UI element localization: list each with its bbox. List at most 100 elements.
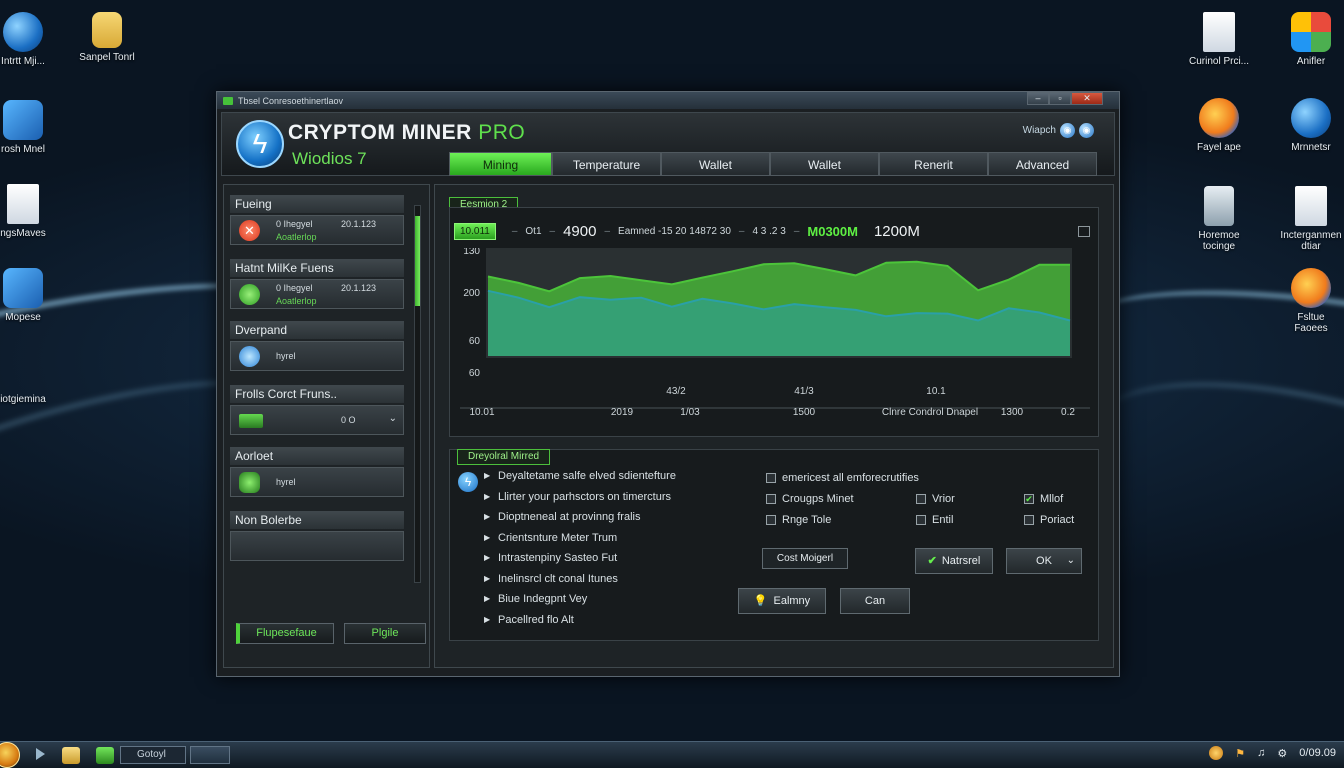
cancel-button[interactable]: Can [840, 588, 910, 614]
window-titlebar[interactable]: Tbsel Conresoethinertlaov – ▫ ✕ [217, 92, 1119, 109]
desktop-icon[interactable]: Fayel ape [1176, 98, 1262, 153]
list-item[interactable]: ▶ Biue Indegpnt Vey [450, 589, 740, 610]
system-tray: ⚑ ♫ ⚙ 0/09.09 [1209, 746, 1336, 760]
tab-mining[interactable]: Mining [449, 152, 552, 176]
sidebar-group-title: Fueing [230, 195, 404, 213]
checkbox-box[interactable]: ✔ [1024, 494, 1034, 504]
chart-x-tick-label: 2019 [611, 407, 634, 418]
checkbox-box[interactable] [766, 494, 776, 504]
ok-button[interactable]: OK ⌄ [1006, 548, 1082, 574]
checkbox[interactable]: Poriact [1024, 514, 1074, 526]
chevron-down-icon[interactable]: ⌄ [389, 413, 397, 424]
scrollbar-thumb[interactable] [415, 216, 420, 306]
checkbox[interactable]: ✔ Mllof [1024, 493, 1063, 505]
taskbar-window-button[interactable] [190, 746, 230, 764]
chart-x-tick-label: 43/2 [666, 386, 686, 397]
sidebar-item[interactable]: ✕ 0 Ihegyel Aoatlerlop 20.1.123 [230, 215, 404, 245]
window-title: Tbsel Conresoethinertlaov [238, 95, 344, 106]
folder-icon[interactable] [62, 747, 80, 764]
tab-renerit[interactable]: Renerit [879, 152, 988, 176]
sidebar-item[interactable]: 0 Ihegyel Aoatlerlop 20.1.123 [230, 279, 404, 309]
tab-advanced[interactable]: Advanced [988, 152, 1097, 176]
gpu-chip-icon [239, 414, 263, 428]
purchase-button[interactable]: Flupesefaue [236, 623, 334, 644]
checkbox-box[interactable] [916, 494, 926, 504]
sidebar-group-title: Dverpand [230, 321, 404, 339]
list-item[interactable]: ▶ Intrastenpiny Sasteo Fut [450, 548, 740, 569]
maximize-button[interactable]: ▫ [1049, 92, 1071, 105]
options-list: ▶ Deyaltetame salfe elved sdientefture ▶ L… [450, 466, 740, 630]
desktop-icon[interactable]: Sanpel Tonrl [64, 12, 150, 63]
chart-x-tick-label: 1500 [793, 407, 816, 418]
list-item[interactable]: ▶ Llirter your parhsctors on timercturs [450, 487, 740, 508]
list-item[interactable]: ▶ Inelinsrcl clt conal Itunes [450, 569, 740, 590]
desktop-icon[interactable]: Incterganmen dtiar [1268, 186, 1344, 252]
desktop-icon[interactable]: Intrtt Mji... [0, 12, 66, 67]
desktop-icon[interactable]: iotgiemina [0, 394, 66, 405]
tab-wallet[interactable]: Wallet [661, 152, 770, 176]
document-icon [1295, 186, 1327, 226]
checkbox[interactable]: Entil [916, 514, 953, 526]
checkbox-box[interactable] [766, 515, 776, 525]
expand-icon[interactable] [1078, 225, 1090, 237]
desktop-icon[interactable]: Mrnnetsr [1268, 98, 1344, 153]
checkbox-box[interactable] [916, 515, 926, 525]
sidebar-group-title: Frolls Corct Fruns.. [230, 385, 404, 403]
options-section-label: Dreyolral Mirred [457, 449, 551, 465]
checkbox[interactable]: emericest all emforecrutifies [766, 472, 919, 484]
tray-volume-icon[interactable]: ♫ [1257, 747, 1265, 759]
window-controls: – ▫ ✕ [1027, 92, 1103, 105]
desktop-icon[interactable]: Fsltue Faoees [1268, 268, 1344, 334]
checkbox[interactable]: Vrior [916, 493, 955, 505]
checkbox[interactable]: Rnge Tole [766, 514, 831, 526]
header-link[interactable]: Wiapch [1023, 125, 1056, 136]
tray-network-icon[interactable] [1209, 746, 1224, 760]
ie-icon [1291, 98, 1331, 138]
sidebar-item[interactable]: hyrel [230, 341, 404, 371]
desktop-icon[interactable]: ngsMaves [0, 184, 66, 239]
desktop-icon[interactable]: Anifler [1268, 12, 1344, 67]
play-icon[interactable] [36, 748, 45, 760]
taskbar-search[interactable]: Gotoyl [120, 746, 186, 764]
cost-button[interactable]: Cost Moigerl [762, 548, 848, 569]
tray-settings-icon[interactable]: ⚙ [1277, 747, 1287, 760]
desktop-icon[interactable]: rosh Mnel [0, 100, 66, 155]
chevron-down-icon[interactable]: ⌄ [1067, 549, 1075, 573]
minimize-button[interactable]: – [1027, 92, 1049, 105]
list-item[interactable]: ▶ Dioptneneal at provinng fralis [450, 507, 740, 528]
checkbox-box[interactable] [766, 473, 776, 483]
desktop-icon[interactable]: Mopese [0, 268, 66, 323]
miner-app-icon[interactable] [96, 747, 114, 764]
list-item[interactable]: ▶ Deyaltetame salfe elved sdientefture [450, 466, 740, 487]
chart-y-tick-label: 60 [469, 368, 481, 379]
stat-highlight: M0300M [807, 223, 858, 239]
list-item[interactable]: ▶ Crientsnture Meter Trum [450, 528, 740, 549]
sidebar-item[interactable]: hyrel [230, 467, 404, 497]
profile-button[interactable]: Plgile [344, 623, 426, 644]
tray-clock[interactable]: 0/09.09 [1299, 747, 1336, 759]
chart-x-tick-label: 1300 [1001, 407, 1024, 418]
desktop-icon[interactable]: Horemoe tocinge [1176, 186, 1262, 252]
sidebar-item[interactable] [230, 531, 404, 561]
lightning-logo-icon: ϟ [236, 120, 284, 168]
document-icon [1203, 12, 1235, 52]
entry-button[interactable]: 💡 Ealmny [738, 588, 826, 614]
tab-wallet-2[interactable]: Wallet [770, 152, 879, 176]
main-panel: Eesmion 2 10.011 – Ot1 – 4900 – Eamned -… [434, 184, 1114, 668]
tab-temperature[interactable]: Temperature [552, 152, 661, 176]
globe-icon[interactable]: ◉ [1060, 123, 1075, 138]
checkbox[interactable]: Crougps Minet [766, 493, 854, 505]
tray-flag-icon[interactable]: ⚑ [1235, 747, 1245, 760]
settings-globe-icon[interactable]: ◉ [1079, 123, 1094, 138]
natural-button[interactable]: ✔ Natrsrel [915, 548, 993, 574]
checkmark-icon: ✔ [927, 555, 937, 567]
list-item[interactable]: ▶ Pacellred flo Alt [450, 610, 740, 631]
desktop-icon[interactable]: Curinol Prci... [1176, 12, 1262, 67]
error-icon: ✕ [239, 220, 260, 241]
start-button[interactable] [0, 742, 20, 768]
sidebar-scrollbar[interactable] [414, 205, 421, 583]
checkbox-box[interactable] [1024, 515, 1034, 525]
stats-bar: 10.011 – Ot1 – 4900 – Eamned -15 20 1487… [454, 220, 1094, 242]
close-button[interactable]: ✕ [1071, 92, 1103, 105]
sidebar-item[interactable]: 0 O ⌄ [230, 405, 404, 435]
